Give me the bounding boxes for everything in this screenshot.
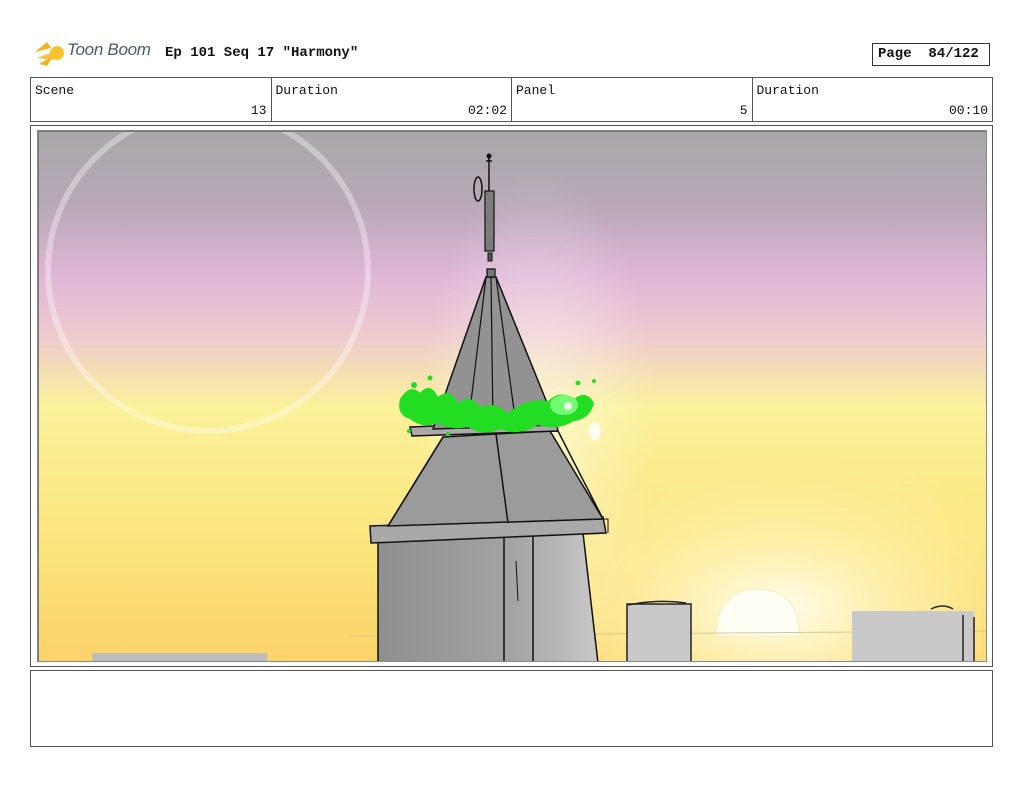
panel-duration-value: 00:10: [948, 103, 988, 118]
page-number: 84/122: [928, 46, 979, 62]
building-left: [92, 653, 267, 661]
scene-cell: Scene 13: [31, 78, 272, 121]
page-label: Page: [878, 46, 912, 62]
panel-notes-box[interactable]: [30, 670, 993, 747]
storyboard-title: Ep 101 Seq 17 "Harmony": [165, 45, 359, 61]
panel-duration-cell: Duration 00:10: [753, 78, 993, 121]
page-indicator: Page 84/122: [872, 43, 990, 66]
storyboard-sketch: [38, 131, 986, 661]
logo-text: Toon Boom: [67, 40, 151, 59]
building-far-right: [852, 611, 974, 661]
toon-boom-logo: Toon Boom: [33, 38, 163, 68]
panel-value: 5: [739, 103, 748, 118]
scene-label: Scene: [35, 83, 75, 98]
scene-duration-label: Duration: [275, 83, 338, 98]
panel-frame: [30, 125, 993, 667]
toon-boom-swoosh-icon: [35, 42, 64, 66]
panel-drawing: [37, 130, 987, 662]
panel-info-row: Scene 13 Duration 02:02 Panel 5 Duration…: [30, 77, 993, 122]
scene-value: 13: [250, 103, 267, 118]
building-center-right: [626, 603, 692, 661]
goo-droplet-glow: [589, 422, 601, 440]
panel-label: Panel: [516, 83, 556, 98]
scene-duration-value: 02:02: [467, 103, 507, 118]
panel-cell: Panel 5: [512, 78, 753, 121]
panel-duration-label: Duration: [756, 83, 819, 98]
scene-duration-cell: Duration 02:02: [272, 78, 512, 121]
